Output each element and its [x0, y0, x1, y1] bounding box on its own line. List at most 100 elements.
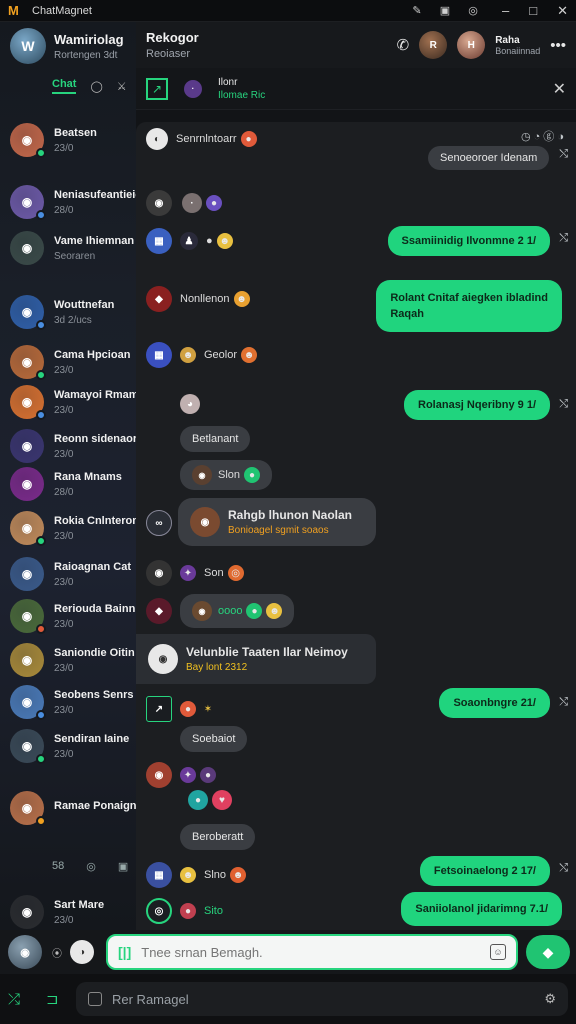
avatar[interactable]: H — [457, 31, 486, 59]
message-input-wrapper[interactable]: [|] ☺ — [106, 934, 518, 970]
chat-list-item[interactable]: ◉ Vame Ihiemnan Seoraren — [0, 226, 136, 270]
app-title: ChatMagnet — [32, 4, 92, 17]
sidebar-footer-label[interactable]: 58 — [52, 860, 64, 873]
user-sub: Bonaiinnad — [495, 45, 541, 56]
shuffle-icon[interactable]: ⤮ — [8, 991, 34, 1008]
chat-list-item[interactable]: ◉ Sendiran Iaine 23/0 — [0, 724, 136, 768]
contact-card[interactable]: ◉ Rahgb lhunon Naolan Bonioagel sgmit so… — [178, 498, 376, 546]
info-card[interactable]: ◉ Velunblie Taaten Ilar Neimoy Bay lont … — [136, 634, 376, 684]
chat-list-item-name: Raioagnan Cat — [54, 560, 132, 573]
sticker-icon: ♥ — [212, 790, 232, 810]
chat-list-item[interactable]: ◉ Rokia Cnlnterom 23/0 — [0, 506, 136, 550]
minimize-icon[interactable]: – — [502, 3, 509, 19]
search-bar[interactable]: Rer Ramagel ⚙ — [76, 982, 568, 1016]
refresh-icon[interactable]: ◎ — [86, 860, 96, 873]
chat-list-item[interactable]: ◉ Neniasufeantieio 28/0 — [0, 180, 136, 224]
badge-icon: ● — [180, 903, 196, 919]
avatar: ◉ — [10, 231, 44, 265]
reply-icon[interactable]: ⤭ — [559, 696, 568, 709]
message-input[interactable] — [141, 944, 472, 960]
chat-list-item[interactable]: ◉ Rana Mnams 28/0 — [0, 462, 136, 506]
chat-list-item-time: 23/0 — [54, 364, 74, 376]
chat-bubble-icon[interactable]: ⊐ — [46, 990, 72, 1008]
message-row: ◉ · ● — [146, 190, 222, 216]
attach-icon[interactable]: ⦿ — [52, 945, 62, 960]
message-row: ▦ ☻ Geolor ☻ — [146, 342, 258, 368]
message-bubble-in[interactable]: Beroberatt — [180, 824, 256, 850]
chat-title: Rekogor — [146, 30, 199, 45]
chat-list-item[interactable]: ◉ Cama Hpcioan 23/0 — [0, 340, 136, 384]
tab-chat[interactable]: Chat — [52, 78, 77, 94]
notification-strip[interactable]: ↗ · Ilonr Ilomae Ric ✕ — [136, 68, 576, 110]
message-bubble-in[interactable]: Senoeoroer Idenam — [428, 146, 550, 170]
message-bubble-in[interactable]: Betlanant — [180, 426, 251, 452]
chat-list-item[interactable]: ◉ Sart Mare 23/0 — [0, 890, 136, 930]
gif-icon[interactable]: [|] — [118, 944, 131, 960]
status-dot — [36, 370, 46, 380]
message-row: ◉ ✦ Son ◎ — [146, 560, 244, 586]
chat-list-item-time: Seoraren — [54, 250, 96, 262]
reply-icon[interactable]: ⤭ — [559, 862, 568, 875]
chat-list-item[interactable]: ◉ Reriouda Bainn 23/0 — [0, 594, 136, 638]
bookmark-icon[interactable]: ▣ — [438, 4, 452, 18]
search-icon[interactable]: ◯ — [90, 80, 102, 93]
send-button[interactable]: ◆ — [526, 935, 570, 969]
message-bubble-out[interactable]: Rolanasj Nqeribny 9 1/ — [404, 390, 550, 420]
avatar: ◉ — [10, 557, 44, 591]
chat-list-item-time: 23/0 — [54, 530, 74, 542]
archive-icon[interactable]: ▣ — [118, 860, 128, 873]
chat-list-item[interactable]: ◉ Ramae Ponaign — [0, 786, 136, 830]
avatar[interactable]: R — [419, 31, 448, 59]
close-icon[interactable]: ✕ — [557, 3, 568, 19]
status-dot — [36, 624, 46, 634]
profile-header[interactable]: W Wamiriolag Rortengen 3dt — [10, 28, 124, 64]
chat-list-item[interactable]: ◉ Wouttnefan 3d 2/ucs — [0, 290, 136, 334]
card-sub: Bonioagel sgmit soaos — [228, 525, 329, 536]
chat-list-item-time: 28/0 — [54, 486, 74, 498]
reply-icon[interactable]: ⤭ — [559, 148, 568, 161]
close-icon[interactable]: ✕ — [553, 79, 566, 99]
message-bubble-out-large[interactable]: Rolant Cnitaf aiegken ibladind Raqah — [376, 280, 562, 332]
face-icon: ☻ — [180, 347, 196, 363]
chat-list-item[interactable]: ◉ Seobens Senrs 23/0 — [0, 680, 136, 724]
camera-icon[interactable]: ◑ — [70, 940, 94, 964]
avatar[interactable]: ◉ — [8, 935, 42, 969]
gear-icon[interactable]: ⚙ — [544, 991, 556, 1007]
edit-icon[interactable]: ✎ — [410, 4, 424, 18]
avatar: ◆ — [146, 598, 172, 624]
avatar[interactable]: W — [10, 28, 46, 64]
chat-list-item[interactable]: ◉ Raioagnan Cat 23/0 — [0, 552, 136, 596]
message-bubble-out[interactable]: Saniiolanol jidarimng 7.1/ — [401, 892, 562, 926]
maximize-icon[interactable]: □ — [529, 3, 537, 19]
reply-icon[interactable]: ⤭ — [559, 232, 568, 245]
reply-icon[interactable]: ⤭ — [559, 398, 568, 411]
chat-list-item-name: Cama Hpcioan — [54, 348, 131, 361]
avatar: ◐ — [146, 128, 168, 150]
sword-icon[interactable]: ⚔ — [117, 80, 127, 93]
message-line2: Raqah — [390, 308, 424, 320]
face-icon: ☻ — [180, 867, 196, 883]
toolbar-icons[interactable]: ◷ ◔ ⓖ ◑ — [521, 128, 564, 144]
more-icon[interactable]: ••• — [550, 37, 566, 54]
chat-list-item[interactable]: ◉ Beatsen 23/0 — [0, 118, 136, 162]
emoji-picker-icon[interactable]: ☺ — [490, 944, 506, 960]
card-sub: Bay lont 2312 — [186, 662, 248, 673]
message-bubble-out[interactable]: Fetsoinaelong 2 17/ — [419, 856, 550, 886]
face-icon: ◎ — [227, 565, 244, 581]
profile-name: Wamiriolag — [54, 31, 124, 47]
message-bubble-in[interactable]: Soebaiot — [180, 726, 248, 752]
avatar: ◉ — [190, 507, 220, 537]
message-row: ↗ ● ✶ — [146, 696, 216, 722]
chat-list-item[interactable]: ◉ Saniondie Oitin 23/0 — [0, 638, 136, 682]
sticker-bubble[interactable]: ◉ Slon ● — [180, 460, 273, 490]
sticker-bubble[interactable]: ◉ oooo ● ☻ — [180, 594, 295, 628]
chat-list-item[interactable]: ◉ Wamayoi Rmamc 23/0 — [0, 380, 136, 424]
message-bubble-out[interactable]: Ssamiinidig Ilvonmne 2 1/ — [387, 226, 550, 256]
link-icon[interactable]: ∞ — [146, 510, 172, 536]
avatar: ◕ — [180, 394, 200, 414]
status-dot — [36, 536, 46, 546]
settings-icon[interactable]: ◎ — [466, 4, 480, 18]
phone-icon[interactable]: ✆ — [397, 36, 410, 54]
message-bubble-out[interactable]: Soaonbngre 21/ — [439, 688, 550, 718]
chat-list-item-name: Wouttnefan — [54, 298, 115, 311]
